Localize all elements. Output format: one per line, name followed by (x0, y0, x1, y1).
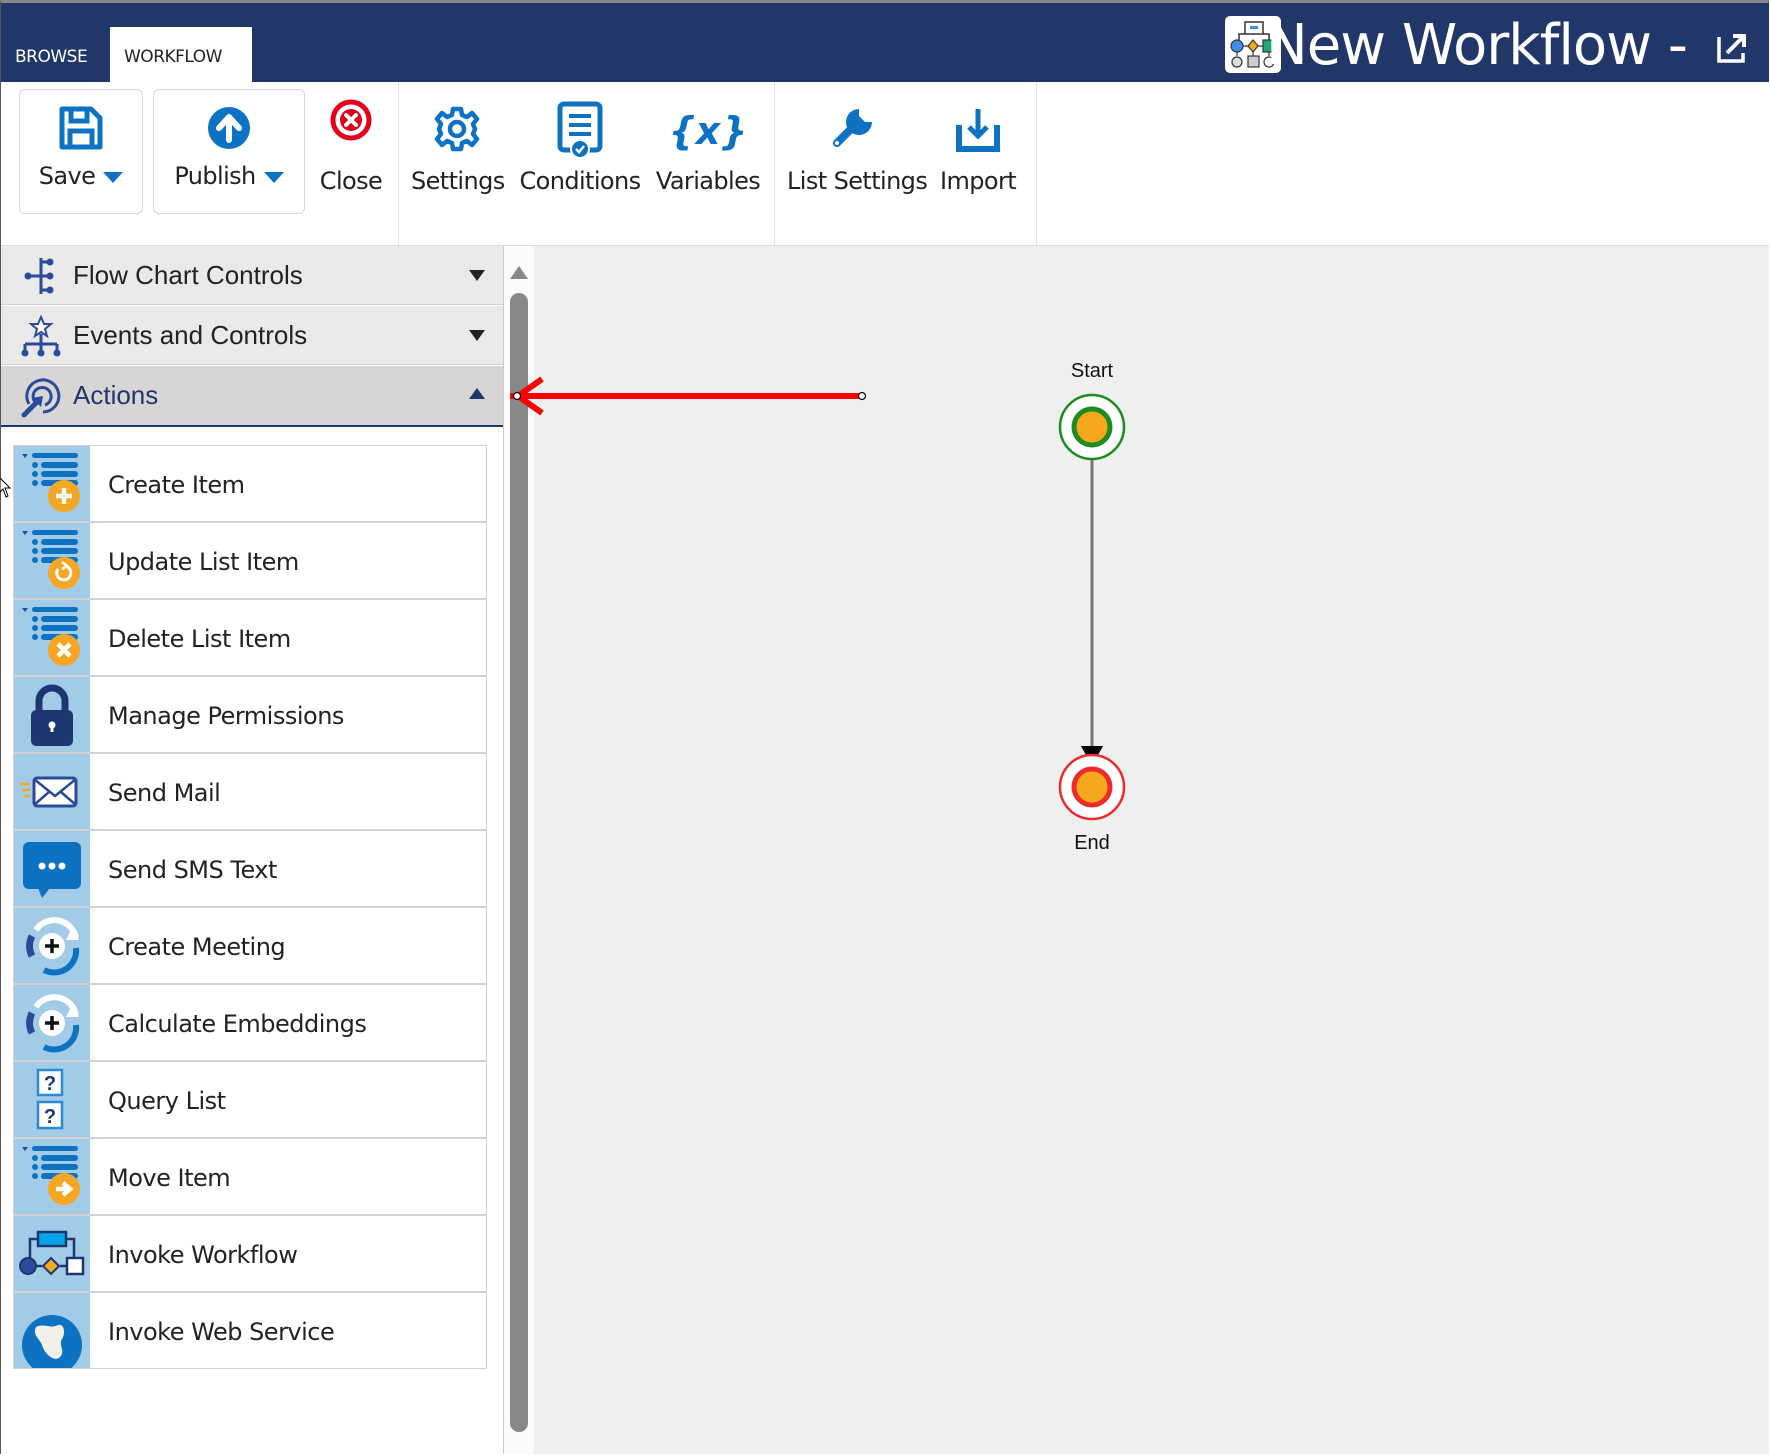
annotation-arrowhead (510, 376, 544, 416)
floppy-disk-icon (59, 106, 103, 155)
variables-button[interactable]: {x} Variables (653, 89, 763, 214)
action-item-update-list-item[interactable]: Update List Item (13, 522, 487, 599)
chat-bubble-icon (14, 831, 90, 906)
action-target-icon (19, 374, 63, 418)
action-item-create-meeting[interactable]: Create Meeting (13, 907, 487, 984)
action-item-label: Query List (108, 1087, 226, 1115)
chevron-down-icon[interactable] (263, 171, 284, 183)
canvas-drawing (534, 391, 1126, 821)
action-item-manage-permissions[interactable]: Manage Permissions (13, 676, 487, 753)
settings-button[interactable]: Settings (411, 89, 505, 214)
action-item-label: Create Meeting (108, 933, 286, 961)
ribbon-divider (774, 82, 775, 245)
section-label: Flow Chart Controls (73, 260, 303, 290)
envelope-icon (14, 754, 90, 829)
section-events-and-controls[interactable]: Events and Controls (1, 306, 503, 365)
toolbox-panel: Flow Chart Controls Events and Controls … (1, 246, 504, 1454)
action-item-label: Calculate Embeddings (108, 1010, 367, 1038)
import-label: Import (939, 167, 1017, 195)
action-item-send-sms-text[interactable]: Send SMS Text (13, 830, 487, 907)
action-item-send-mail[interactable]: Send Mail (13, 753, 487, 830)
action-item-move-item[interactable]: Move Item (13, 1138, 487, 1215)
action-item-query-list[interactable]: ?? Query List (13, 1061, 487, 1138)
start-node[interactable] (1058, 393, 1126, 461)
toolbox-scrollbar[interactable] (504, 246, 534, 1454)
top-header-bar: BROWSE WORKFLOW New Workflow - (1, 3, 1769, 82)
page-title: New Workflow - (1265, 13, 1688, 78)
section-actions[interactable]: Actions (1, 366, 503, 427)
close-circle-icon (330, 99, 372, 146)
publish-label: Publish (174, 162, 256, 190)
annotation-arrow (534, 391, 867, 401)
list-move-icon (14, 1139, 90, 1214)
variables-label: Variables (655, 167, 761, 195)
import-icon (955, 107, 1001, 158)
flowchart-branch-icon (19, 254, 63, 298)
ribbon-divider (1036, 82, 1037, 245)
import-button[interactable]: Import (931, 89, 1025, 214)
checklist-icon (557, 101, 603, 164)
list-refresh-icon (14, 523, 90, 598)
popout-icon[interactable] (1715, 31, 1749, 65)
action-item-label: Send SMS Text (108, 856, 277, 884)
list-add-icon (14, 446, 90, 521)
action-item-label: Manage Permissions (108, 702, 344, 730)
tab-workflow[interactable]: WORKFLOW (110, 27, 252, 82)
end-node-label: End (1074, 832, 1110, 854)
list-settings-label: List Settings (787, 167, 928, 195)
list-settings-button[interactable]: List Settings (787, 89, 928, 214)
end-node[interactable] (1058, 753, 1126, 821)
chevron-up-icon (469, 388, 485, 399)
list-delete-icon (14, 600, 90, 675)
scroll-up-button[interactable] (510, 266, 528, 279)
lock-icon (14, 677, 90, 752)
ribbon-divider (398, 82, 399, 245)
action-item-label: Update List Item (108, 548, 299, 576)
settings-label: Settings (411, 167, 505, 195)
chevron-down-icon[interactable] (103, 171, 124, 183)
section-flow-chart-controls[interactable]: Flow Chart Controls (1, 246, 503, 305)
action-item-label: Create Item (108, 471, 245, 499)
action-item-label: Send Mail (108, 779, 221, 807)
section-label: Events and Controls (73, 320, 308, 350)
chevron-down-icon (469, 330, 485, 341)
gear-icon (433, 105, 481, 158)
section-label: Actions (73, 380, 159, 410)
upload-arrow-icon (207, 106, 251, 155)
save-label: Save (38, 162, 96, 190)
close-label: Close (319, 167, 383, 195)
globe-icon (14, 1293, 90, 1375)
action-item-create-item[interactable]: Create Item (13, 445, 487, 522)
mouse-cursor-icon (0, 478, 12, 498)
chevron-down-icon (469, 270, 485, 281)
ribbon-toolbar: Save Publish Close Settings Conditions {… (1, 82, 1769, 246)
action-item-invoke-workflow[interactable]: Invoke Workflow (13, 1215, 487, 1292)
action-item-label: Invoke Web Service (108, 1318, 335, 1346)
action-item-label: Invoke Workflow (108, 1241, 298, 1269)
conditions-button[interactable]: Conditions (519, 89, 641, 214)
action-item-calculate-embeddings[interactable]: Calculate Embeddings (13, 984, 487, 1061)
close-button[interactable]: Close (309, 89, 393, 214)
question-boxes-icon: ?? (14, 1062, 90, 1137)
start-node-label: Start (1070, 360, 1114, 382)
tab-browse[interactable]: BROWSE (1, 27, 101, 82)
publish-button[interactable]: Publish (153, 89, 305, 214)
conditions-label: Conditions (519, 167, 641, 195)
action-item-label: Move Item (108, 1164, 231, 1192)
scrollbar-thumb[interactable] (510, 293, 528, 1432)
event-hierarchy-icon (19, 314, 63, 358)
variable-braces-icon: {x} (668, 109, 748, 153)
action-item-delete-list-item[interactable]: Delete List Item (13, 599, 487, 676)
workflow-canvas[interactable]: Start End (534, 246, 1769, 1454)
workflow-diagram-icon (14, 1216, 90, 1291)
svg-text:?: ? (44, 1106, 56, 1128)
svg-text:?: ? (44, 1073, 56, 1095)
cycle-plus-icon (14, 985, 90, 1060)
wrench-icon (829, 101, 879, 156)
action-item-label: Delete List Item (108, 625, 291, 653)
save-button[interactable]: Save (19, 89, 143, 214)
action-item-invoke-web-service[interactable]: Invoke Web Service (13, 1292, 487, 1375)
cycle-plus-icon (14, 908, 90, 983)
